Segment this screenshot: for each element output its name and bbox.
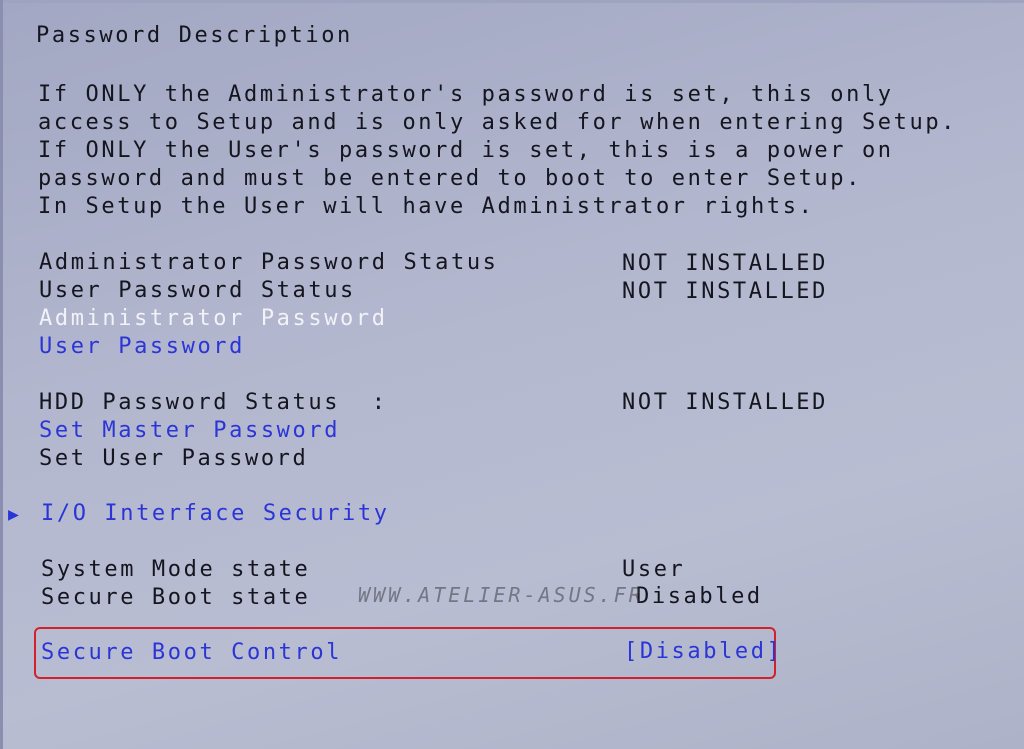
io-interface-security-item[interactable]: I/O Interface Security	[41, 500, 390, 528]
admin-password-status-value: NOT INSTALLED	[622, 251, 828, 276]
screen-left-edge	[0, 0, 3, 749]
description-line-3: If ONLY the User's password is set, this…	[38, 138, 894, 163]
secure-boot-control-value[interactable]: [Disabled]	[624, 638, 782, 666]
hdd-password-status-value: NOT INSTALLED	[622, 390, 828, 415]
set-master-password-item[interactable]: Set Master Password	[39, 417, 340, 445]
password-description-title: Password Description	[36, 23, 353, 48]
description-line-4: password and must be entered to boot to …	[38, 166, 862, 191]
secure-boot-state-value: Disabled	[636, 584, 763, 609]
user-password-item[interactable]: User Password	[39, 333, 245, 361]
admin-password-status-label: Administrator Password Status	[39, 250, 499, 275]
submenu-arrow-icon: ▶	[8, 504, 19, 525]
bios-security-screen: Password Description If ONLY the Adminis…	[0, 0, 1024, 749]
description-line-2: access to Setup and is only asked for wh…	[38, 110, 958, 135]
user-password-status-label: User Password Status	[39, 278, 356, 303]
system-mode-state-label: System Mode state	[41, 557, 311, 582]
set-user-password-item[interactable]: Set User Password	[39, 445, 308, 473]
secure-boot-control-item[interactable]: Secure Boot Control	[41, 639, 342, 667]
screen-top-edge	[0, 0, 1024, 3]
user-password-status-value: NOT INSTALLED	[622, 279, 828, 304]
website-watermark: WWW.ATELIER-ASUS.FR	[358, 583, 644, 607]
description-line-1: If ONLY the Administrator's password is …	[38, 82, 894, 107]
secure-boot-state-label: Secure Boot state	[41, 585, 311, 610]
administrator-password-item[interactable]: Administrator Password	[39, 305, 388, 333]
description-line-5: In Setup the User will have Administrato…	[38, 194, 815, 219]
hdd-password-status-label: HDD Password Status :	[39, 390, 388, 415]
system-mode-state-value: User	[622, 557, 686, 582]
